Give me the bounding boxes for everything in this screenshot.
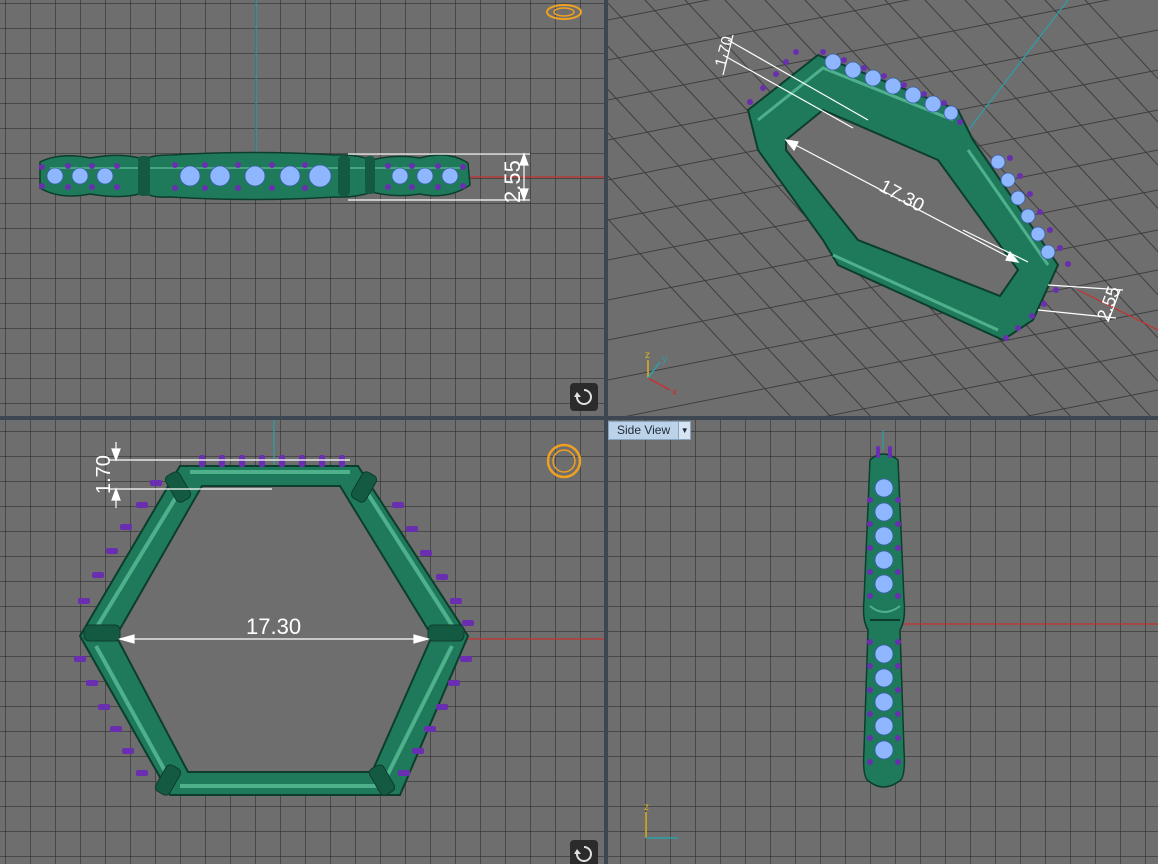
- axis-triad-side: z: [644, 802, 678, 839]
- chevron-down-icon[interactable]: ▼: [678, 422, 691, 439]
- dimension-thickness-perspective-text: 1.70: [712, 34, 737, 69]
- dimension-width-front-text: 17.30: [246, 614, 301, 639]
- axis-z-label: z: [645, 350, 650, 361]
- axis-triad-perspective: z y x: [645, 350, 677, 398]
- side-view-canvas: z: [644, 430, 1158, 839]
- dimension-thickness-front-text: 1.70: [93, 455, 115, 494]
- viewport-perspective[interactable]: 17.30 1.70 2.55 z y x: [608, 0, 1158, 416]
- view-orientation-icon[interactable]: [544, 440, 584, 482]
- view-type-dropdown[interactable]: Side View ▼: [608, 421, 692, 440]
- rotate-icon: [574, 846, 592, 862]
- viewport-top[interactable]: 2.55: [0, 0, 604, 416]
- axis-y-label: y: [662, 354, 667, 365]
- viewport-front[interactable]: 17.30 1.70: [0, 420, 604, 864]
- rotate-icon: [574, 389, 592, 405]
- axis-z-label: z: [644, 802, 649, 813]
- orbit-reset-button[interactable]: [570, 840, 598, 864]
- viewport-side[interactable]: z Side View ▼: [608, 420, 1158, 864]
- top-view-canvas: 2.55: [39, 0, 604, 203]
- ring-side-profile: [862, 446, 906, 788]
- orbit-reset-button[interactable]: [570, 383, 598, 411]
- dimension-height-top-text: 2.55: [500, 160, 525, 203]
- viewport-divider-vertical[interactable]: [604, 0, 608, 864]
- front-view-canvas: 17.30 1.70: [74, 420, 604, 796]
- perspective-view-canvas: 17.30 1.70 2.55 z y x: [608, 0, 1158, 416]
- viewport-divider-horizontal[interactable]: [0, 416, 1158, 420]
- axis-x-label: x: [672, 387, 677, 398]
- view-orientation-icon[interactable]: [544, 2, 584, 22]
- ring-top-profile: [39, 151, 471, 201]
- view-type-label: Side View: [617, 423, 671, 437]
